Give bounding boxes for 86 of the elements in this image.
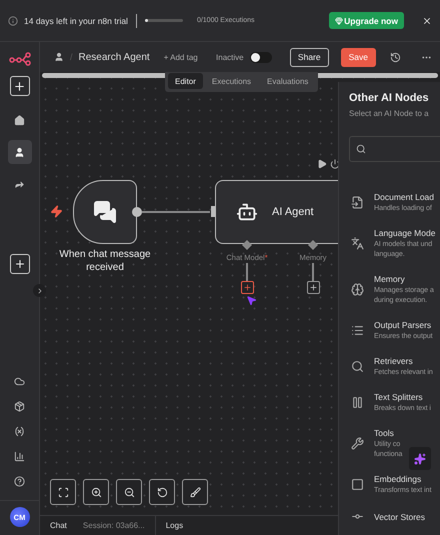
user-icon: [14, 146, 25, 158]
list-icon: [350, 324, 364, 336]
logo-icon[interactable]: [8, 52, 30, 66]
zoom-in-button[interactable]: [83, 479, 109, 505]
share-icon: [14, 178, 25, 190]
bar-chart-icon[interactable]: [14, 451, 25, 462]
search-icon: [350, 360, 364, 372]
search-icon: [356, 144, 366, 154]
share-button[interactable]: Share: [290, 48, 329, 66]
chat-icon: [93, 200, 117, 224]
logs-tab[interactable]: Logs: [166, 521, 184, 530]
add-project-button[interactable]: [10, 254, 30, 274]
tidy-up-button[interactable]: [182, 479, 208, 505]
node-label: AI Agent: [272, 206, 314, 218]
sidebar-item[interactable]: [8, 140, 32, 164]
panel-title: Other AI Nodes: [349, 92, 430, 104]
view-tab[interactable]: Editor: [168, 73, 203, 89]
active-toggle[interactable]: [250, 52, 272, 62]
node-category-title[interactable]: Tools: [374, 428, 402, 438]
workflow-name[interactable]: Research Agent: [78, 52, 150, 62]
user-icon: [54, 52, 64, 62]
node-category-title[interactable]: Vector Stores: [374, 512, 426, 522]
search-field[interactable]: [349, 136, 440, 162]
node-category-title[interactable]: Embeddings: [374, 474, 432, 484]
node-category-title[interactable]: Language Mode: [374, 228, 436, 238]
node-category-title[interactable]: Memory: [374, 274, 434, 284]
robot-icon: [236, 201, 258, 223]
help-icon[interactable]: [14, 476, 25, 487]
zoom-out-button[interactable]: [116, 479, 142, 505]
brush-icon: [190, 486, 200, 498]
connection-line: [142, 211, 210, 212]
sparkle-icon: [414, 452, 426, 464]
node-label: When chat message received: [58, 248, 152, 274]
home-icon: [14, 114, 25, 126]
close-button[interactable]: [422, 16, 432, 26]
breadcrumb-separator: /: [70, 52, 73, 62]
fit-view-icon: [58, 486, 68, 498]
zoom-in-icon: [90, 486, 102, 498]
view-tab[interactable]: Executions: [204, 73, 258, 89]
node-category-title[interactable]: Text Splitters: [374, 392, 431, 402]
variable-icon[interactable]: [14, 426, 25, 437]
lightning-icon: [50, 205, 63, 218]
view-tab[interactable]: Evaluations: [260, 73, 316, 89]
reset-zoom-button[interactable]: [149, 479, 175, 505]
square-icon: [350, 478, 364, 490]
add-button[interactable]: [10, 76, 30, 96]
ai-assistant-button[interactable]: [409, 447, 431, 470]
input-handle[interactable]: [242, 240, 252, 250]
undo-icon: [156, 486, 168, 498]
package-icon[interactable]: [14, 401, 25, 412]
panel-subtitle: Select an AI Node to a: [349, 109, 430, 118]
node-category-title[interactable]: Retrievers: [374, 356, 433, 366]
input-handle[interactable]: [308, 240, 318, 250]
node-category-title[interactable]: Output Parsers: [374, 320, 433, 330]
cloud-icon[interactable]: [14, 376, 25, 387]
expand-button[interactable]: [33, 284, 46, 297]
add-tag-link[interactable]: + Add tag: [164, 52, 198, 62]
pause-icon: [350, 396, 364, 408]
translate-icon: [350, 236, 364, 250]
output-handle[interactable]: [132, 207, 142, 217]
zoom-out-icon: [124, 486, 134, 498]
plus-icon: [14, 258, 26, 270]
cursor-icon: [246, 295, 257, 306]
info-icon: [8, 16, 18, 26]
plus-icon: [13, 80, 26, 92]
brain-icon: [350, 282, 364, 296]
add-input-button[interactable]: [306, 281, 320, 294]
plus-icon: [308, 283, 318, 292]
node-category-title[interactable]: Document Load: [374, 192, 434, 202]
wrench-icon: [350, 436, 364, 450]
fit-view-button[interactable]: [50, 479, 76, 505]
agent-node[interactable]: AI Agent: [215, 180, 338, 244]
trial-message: 14 days left in your n8n trial: [24, 16, 128, 26]
power-icon[interactable]: [330, 159, 340, 169]
chat-tab[interactable]: Chat: [50, 521, 67, 530]
history-icon[interactable]: [390, 52, 401, 62]
gem-icon: [335, 16, 344, 24]
add-input-button[interactable]: [240, 281, 254, 294]
chat-trigger-node[interactable]: [73, 180, 137, 244]
file-import-icon: [350, 196, 364, 208]
plus-icon: [242, 283, 252, 292]
play-icon[interactable]: [317, 159, 327, 169]
close-icon: [422, 16, 432, 26]
input-handle[interactable]: [211, 206, 216, 217]
session-id: Session: 03a66...: [82, 521, 145, 530]
active-label: Inactive: [216, 52, 244, 62]
